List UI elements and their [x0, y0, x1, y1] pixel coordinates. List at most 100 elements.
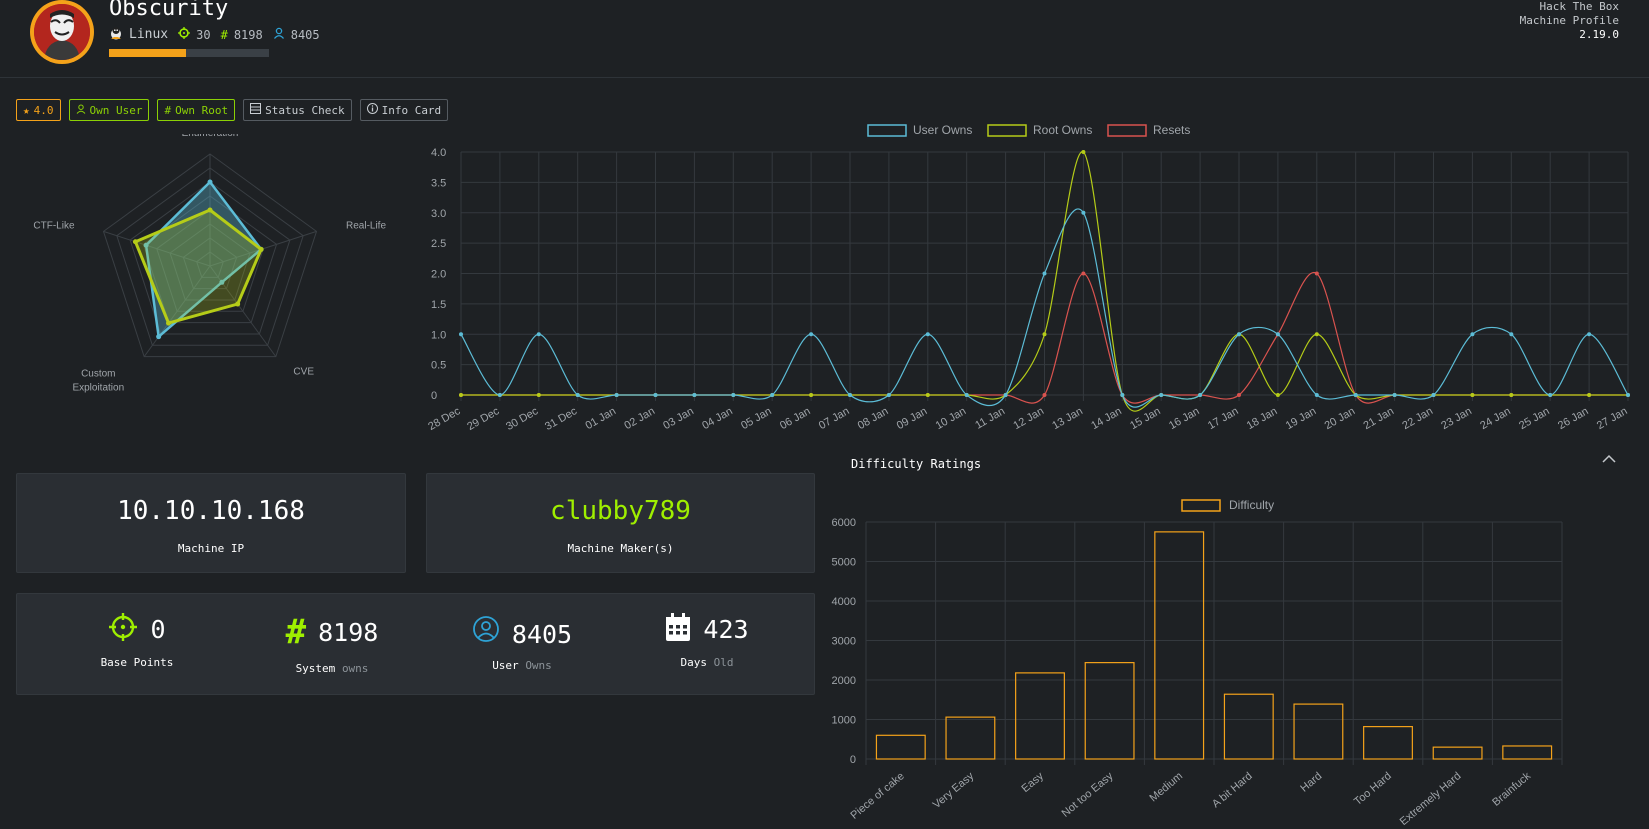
difficulty-bar-chart: Difficulty 0 1000 2000 3000 4000 5000 6000 Piece…	[832, 498, 1563, 828]
stat-user-owns: 8405 User Owns	[447, 612, 597, 672]
linux-icon	[109, 26, 123, 43]
series-point	[459, 332, 463, 337]
series-point	[964, 393, 969, 397]
legend-swatch	[1181, 499, 1221, 512]
difficulty-bar	[945, 716, 996, 760]
series-point	[1392, 393, 1397, 397]
machine-stats-card: 0 Base Points # 8198 System owns 8405 Us…	[16, 593, 815, 695]
status-check-label: Status Check	[265, 103, 345, 117]
x-tick-label: 26 Jan	[1556, 405, 1591, 432]
series-point	[1314, 332, 1319, 337]
difficulty-bar	[1502, 745, 1553, 760]
x-tick-label: Brainfuck	[1490, 770, 1533, 809]
user-owns-label-suffix: Owns	[525, 659, 552, 672]
x-tick-label: Medium	[1147, 770, 1185, 804]
user-circle-icon	[472, 615, 500, 647]
series-point	[1081, 150, 1086, 154]
own-root-button[interactable]: # Own Root	[157, 99, 236, 121]
radar-axis-label: Custom Exploitation	[72, 369, 124, 394]
difficulty-bar	[1154, 531, 1205, 760]
series-point	[536, 393, 541, 397]
brand-block: Hack The Box Machine Profile 2.19.0	[1520, 0, 1619, 42]
x-tick-label: 24 Jan	[1478, 405, 1513, 432]
info-card-label: Info Card	[381, 103, 442, 117]
x-tick-label: Not too Easy	[1060, 770, 1116, 820]
series-point	[1198, 393, 1203, 397]
series-point	[809, 332, 814, 337]
hash-icon: #	[164, 103, 172, 117]
skills-radar-chart: Enumeration Real-Life CVE CustomExploitatio…	[33, 134, 386, 394]
series-point	[1470, 393, 1475, 397]
x-tick-label: Very Easy	[931, 770, 977, 811]
difficulty-ratings-title: Difficulty Ratings	[851, 457, 982, 471]
os-name: Linux	[129, 27, 169, 42]
legend-swatch	[867, 124, 907, 137]
y-tick-label: 3000	[832, 636, 856, 648]
base-points-label: Base Points	[100, 656, 174, 669]
legend-swatch	[1107, 124, 1147, 137]
user-owns-label: User Owns	[447, 659, 597, 672]
machine-maker-card: clubby789 Machine Maker(s)	[426, 473, 815, 573]
machine-maker-link[interactable]: clubby789	[427, 496, 814, 526]
x-tick-label: 12 Jan	[1011, 405, 1046, 432]
radar-axis-label: Enumeration	[182, 134, 239, 139]
radar-point	[207, 207, 213, 213]
machine-ip-value[interactable]: 10.10.10.168	[17, 496, 405, 526]
machine-ip-card: 10.10.10.168 Machine IP	[16, 473, 406, 573]
x-tick-label: 21 Jan	[1361, 405, 1396, 432]
user-owns-value: 8405	[511, 620, 573, 649]
y-tick-label: 0	[850, 754, 856, 766]
x-tick-label: 13 Jan	[1050, 405, 1085, 432]
series-point	[1548, 393, 1553, 397]
series-point	[614, 393, 619, 397]
series-point	[1237, 332, 1241, 337]
radar-point	[207, 179, 213, 185]
user-owns-value: 8405	[290, 27, 320, 42]
legend-label: Difficulty	[1229, 498, 1274, 512]
system-owns-value: 8198	[233, 27, 263, 42]
server-icon	[250, 103, 262, 117]
x-tick-label: 29 Dec	[465, 405, 502, 433]
series-point	[1626, 393, 1630, 397]
legend-item: Resets	[1107, 123, 1190, 137]
rating-progress-fill	[109, 49, 186, 57]
series-point	[575, 393, 580, 397]
own-user-button[interactable]: Own User	[68, 99, 150, 121]
legend-item: Root Owns	[987, 123, 1092, 137]
rating-progress-bar	[109, 49, 269, 57]
user-outline-icon	[76, 104, 86, 117]
x-tick-label: 19 Jan	[1284, 405, 1319, 432]
status-check-button[interactable]: Status Check	[243, 99, 352, 121]
series-point	[731, 393, 736, 397]
stat-days-old: 423 Days Old	[637, 612, 777, 669]
series-point	[1120, 393, 1125, 397]
series-point	[1159, 393, 1164, 397]
legend-label: Resets	[1153, 123, 1190, 137]
y-tick-label: 3.0	[431, 208, 446, 220]
y-tick-label: 0	[431, 390, 437, 402]
y-tick-label: 1.0	[431, 329, 446, 341]
series-point	[1275, 332, 1280, 337]
rating-button[interactable]: ★ 4.0	[16, 99, 61, 121]
days-old-label-suffix: Old	[713, 656, 734, 669]
difficulty-bar	[1432, 746, 1483, 760]
x-tick-label: 18 Jan	[1245, 405, 1280, 432]
series-point	[1042, 393, 1047, 397]
x-tick-label: 30 Dec	[504, 405, 541, 433]
difficulty-bar	[1084, 662, 1135, 760]
x-tick-label: 15 Jan	[1128, 405, 1163, 432]
radar-point	[258, 246, 264, 252]
user-owns-label-main: User	[492, 659, 519, 672]
x-tick-label: 07 Jan	[817, 405, 852, 432]
own-root-label: Own Root	[175, 103, 229, 117]
machine-maker-label: Machine Maker(s)	[567, 542, 674, 555]
series-point	[1587, 332, 1592, 337]
stat-base-points: 0 Base Points	[67, 612, 207, 669]
x-tick-label: Piece of cake	[848, 770, 906, 822]
chevron-up-icon[interactable]	[1602, 452, 1616, 468]
series-point	[1003, 393, 1008, 397]
x-tick-label: 11 Jan	[973, 405, 1007, 432]
x-tick-label: 05 Jan	[739, 405, 774, 432]
x-tick-label: 22 Jan	[1400, 405, 1435, 432]
series-point	[692, 393, 697, 397]
